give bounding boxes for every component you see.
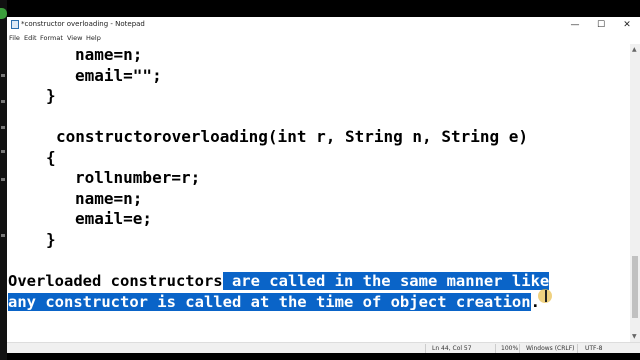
status-cursor-position: Ln 44, Col 57 (432, 345, 472, 352)
status-zoom: 100% (501, 345, 519, 352)
prose-line: any constructor is called at the time of… (8, 292, 540, 312)
selected-text: any constructor is called at the time of… (8, 293, 531, 311)
menu-edit[interactable]: Edit (24, 34, 37, 42)
code-line: name=n; (75, 45, 143, 64)
maximize-button[interactable]: ☐ (588, 17, 614, 32)
minimize-button[interactable]: — (562, 17, 588, 32)
status-separator (425, 344, 426, 353)
scroll-down-arrow-icon[interactable]: ▼ (632, 333, 637, 340)
close-icon: ✕ (623, 19, 631, 30)
text-cursor-icon (545, 290, 547, 302)
desktop-edge-mark (1, 100, 5, 103)
desktop-edge-mark (1, 74, 5, 77)
selected-text: are called in the same manner like (222, 272, 550, 290)
taskbar-app-icon (0, 8, 7, 19)
code-line: rollnumber=r; (75, 168, 201, 187)
text-editor-area[interactable]: name=n; email=""; } constructoroverloadi… (7, 44, 630, 342)
scrollbar-thumb[interactable] (632, 256, 638, 318)
maximize-icon: ☐ (596, 19, 606, 30)
status-separator (519, 344, 520, 353)
title-bar[interactable]: *constructor overloading - Notepad — ☐ ✕ (7, 17, 640, 32)
menu-help[interactable]: Help (86, 34, 101, 42)
desktop-edge-mark (1, 178, 5, 181)
code-line: } (46, 86, 56, 105)
desktop-edge-mark (1, 150, 5, 153)
desktop-left-edge (0, 0, 7, 360)
status-separator (495, 344, 496, 353)
notepad-app-icon (11, 20, 19, 29)
unselected-text: Overloaded constructors (8, 272, 223, 290)
code-line: email=e; (75, 209, 153, 228)
minimize-icon: — (570, 19, 580, 30)
vertical-scrollbar[interactable]: ▲ ▼ (630, 44, 640, 342)
notepad-window: *constructor overloading - Notepad — ☐ ✕… (7, 17, 640, 353)
code-line: email=""; (75, 66, 162, 85)
status-line-ending: Windows (CRLF) (526, 345, 575, 352)
code-line: name=n; (75, 189, 143, 208)
status-bar: Ln 44, Col 57 100% Windows (CRLF) UTF-8 (7, 342, 640, 353)
close-button[interactable]: ✕ (614, 17, 640, 32)
menu-view[interactable]: View (67, 34, 82, 42)
prose-line: Overloaded constructors are called in th… (8, 271, 550, 291)
code-line: { (46, 148, 56, 167)
status-encoding: UTF-8 (585, 345, 603, 352)
menu-bar: File Edit Format View Help (7, 32, 640, 44)
desktop-edge-mark (1, 234, 5, 237)
code-line: constructoroverloading(int r, String n, … (56, 127, 529, 146)
scroll-up-arrow-icon[interactable]: ▲ (632, 46, 637, 53)
desktop-edge-mark (1, 126, 5, 129)
code-line: } (46, 230, 56, 249)
menu-format[interactable]: Format (40, 34, 63, 42)
status-separator (577, 344, 578, 353)
menu-file[interactable]: File (9, 34, 20, 42)
window-title: *constructor overloading - Notepad (21, 20, 145, 28)
